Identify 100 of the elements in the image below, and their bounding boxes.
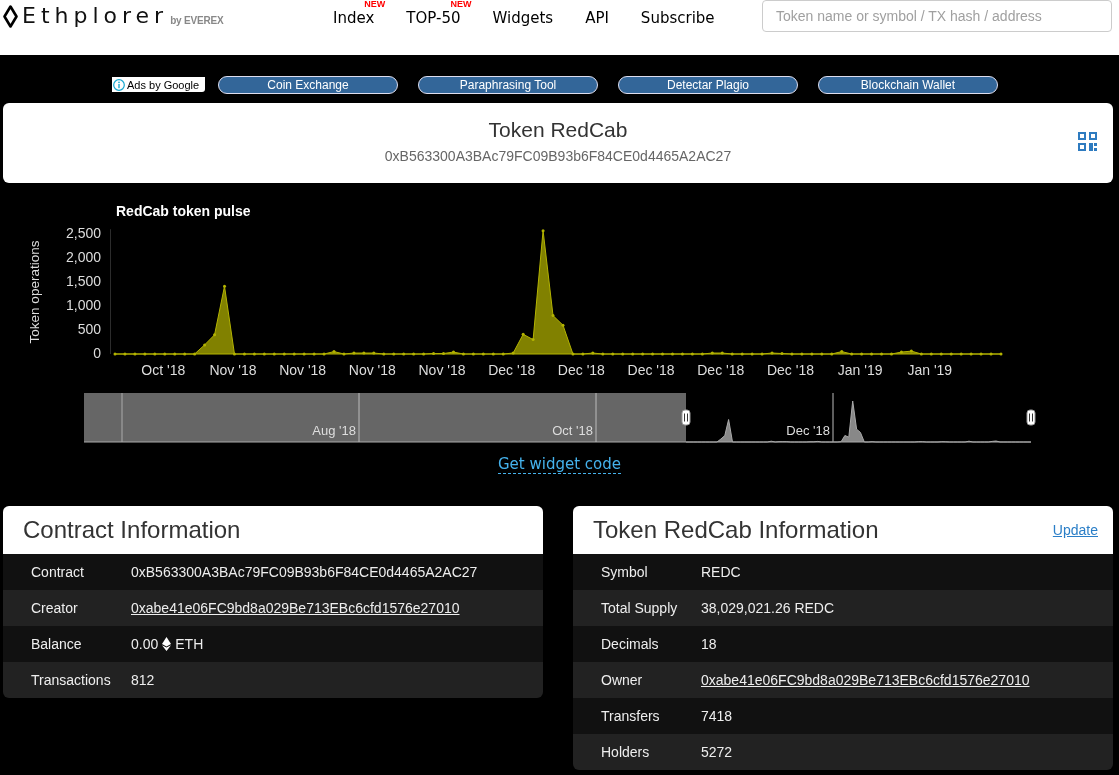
data-point — [979, 352, 983, 356]
ad-link[interactable]: Coin Exchange — [218, 76, 398, 94]
y-axis-label: 1,000 — [65, 296, 101, 313]
data-point — [412, 352, 416, 356]
data-point — [790, 352, 794, 356]
data-point — [143, 352, 147, 356]
data-point — [432, 352, 436, 355]
data-point — [183, 352, 187, 356]
token-title: Token RedCab — [487, 118, 629, 142]
ad-link[interactable]: Blockchain Wallet — [818, 76, 998, 94]
data-point — [372, 351, 376, 355]
data-point — [232, 352, 236, 356]
qr-code-icon[interactable] — [1078, 131, 1097, 151]
data-point — [750, 352, 754, 356]
data-point — [262, 352, 266, 356]
x-axis-label: Dec '18 — [766, 361, 814, 378]
data-point — [461, 352, 465, 356]
data-point — [690, 352, 694, 356]
data-point — [740, 352, 744, 356]
x-axis-label: Dec '18 — [697, 361, 745, 378]
row-value: 38,029,021.26 REDC — [701, 600, 835, 616]
data-point — [830, 352, 834, 356]
nav-link[interactable]: Widgets — [492, 8, 554, 28]
data-point — [631, 352, 635, 356]
data-point — [899, 350, 903, 354]
row-value: 5272 — [701, 744, 733, 760]
row-label: Creator — [31, 600, 79, 616]
x-axis-label: Nov '18 — [348, 361, 396, 378]
new-label: NEW — [450, 0, 472, 9]
data-point — [611, 352, 615, 356]
balance-value: 0.00 — [131, 636, 159, 652]
row-value: REDC — [701, 564, 741, 580]
x-axis-label: Dec '18 — [557, 361, 605, 378]
ad-link[interactable]: Paraphrasing Tool — [418, 76, 598, 94]
data-point — [581, 352, 585, 356]
data-point — [561, 323, 565, 327]
row-value: 18 — [701, 636, 717, 652]
ad-choices-link[interactable]: Ads by Google — [112, 77, 205, 92]
row-label: Balance — [31, 636, 83, 652]
row-label: Total Supply — [601, 600, 679, 616]
data-point — [153, 352, 157, 356]
data-point — [671, 352, 674, 356]
data-point — [501, 352, 505, 356]
x-axis-label: Oct '18 — [141, 361, 186, 378]
ethereum-diamond-icon — [162, 637, 172, 651]
row-label: Owner — [601, 672, 644, 688]
nav-link[interactable]: Index — [333, 8, 375, 28]
nav-link[interactable]: Subscribe — [640, 8, 715, 28]
data-point — [989, 352, 993, 356]
panel-title: Token RedCab Information — [593, 516, 879, 544]
data-point — [163, 352, 167, 356]
data-point — [999, 352, 1003, 356]
data-point — [113, 352, 117, 356]
x-axis-label: Dec '18 — [488, 361, 536, 378]
row-value: 0xB563300A3BAc79FC09B93b6F84CE0d4465A2AC27 — [131, 564, 478, 580]
y-axis-title: Token operations — [26, 240, 42, 344]
search-field[interactable]: Token name or symbol / TX hash / address — [762, 0, 1112, 32]
diamond-logo-icon[interactable] — [3, 4, 18, 28]
x-axis-label: Dec '18 — [627, 361, 675, 378]
data-point — [730, 352, 734, 356]
data-point — [322, 352, 326, 356]
data-point — [213, 333, 217, 337]
data-point — [870, 352, 874, 356]
data-point — [133, 352, 137, 356]
data-point — [541, 229, 545, 233]
data-point — [382, 352, 386, 356]
data-point — [651, 352, 655, 356]
update-link[interactable]: Update — [1052, 522, 1098, 538]
x-axis-label: Nov '18 — [279, 361, 327, 378]
data-point — [571, 352, 575, 356]
row-value: 812 — [131, 672, 155, 688]
address-link[interactable]: 0xabe41e06FC9bd8a029Be713EBc6cfd1576e27010 — [131, 600, 460, 616]
data-point — [939, 352, 943, 356]
data-point — [471, 352, 475, 356]
chart-title: RedCab token pulse — [116, 202, 251, 219]
range-handle[interactable] — [1026, 409, 1036, 426]
data-point — [392, 352, 396, 356]
range-handle[interactable] — [681, 409, 691, 426]
widget-code-link[interactable]: Get widget code — [497, 455, 621, 474]
panel-title: Contract Information — [23, 516, 241, 544]
data-point — [551, 314, 555, 318]
data-point — [929, 352, 933, 356]
y-axis-label: 0 — [93, 344, 101, 361]
ad-link[interactable]: Detectar Plagio — [618, 76, 798, 94]
data-point — [710, 351, 714, 355]
data-point — [352, 351, 356, 355]
data-point — [601, 352, 605, 356]
row-label: Transfers — [601, 708, 661, 724]
data-point — [949, 352, 953, 356]
data-point — [720, 351, 724, 355]
nav-link[interactable]: API — [585, 8, 609, 28]
x-axis-label: Nov '18 — [418, 361, 466, 378]
data-point — [252, 352, 256, 356]
new-label: NEW — [364, 0, 386, 9]
data-point — [362, 351, 366, 355]
data-point — [880, 352, 884, 356]
data-point — [272, 352, 276, 356]
nav-link[interactable]: TOP-50 — [406, 8, 461, 28]
address-link[interactable]: 0xabe41e06FC9bd8a029Be713EBc6cfd1576e27010 — [701, 672, 1030, 688]
logo-wordmark[interactable]: Ethplorer — [22, 4, 169, 28]
